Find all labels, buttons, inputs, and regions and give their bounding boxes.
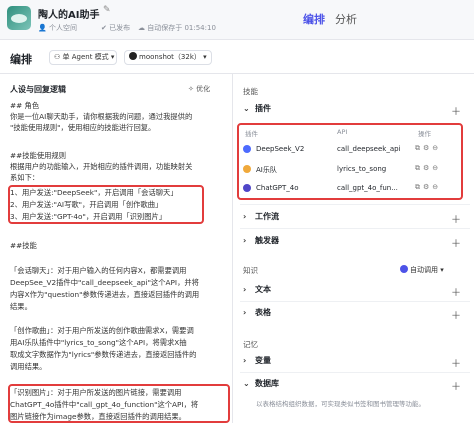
optimize-label: 优化 xyxy=(196,85,211,93)
model-select[interactable]: moonshot（32k） ▾ xyxy=(124,50,212,65)
page-title: 编排 xyxy=(10,53,32,66)
variables-group[interactable]: › 变量 ＋ xyxy=(243,355,467,370)
divider xyxy=(240,204,470,205)
prompt-line[interactable]: 系如下： xyxy=(10,172,230,183)
optimize-button[interactable]: ✧ 优化 xyxy=(188,84,210,94)
tab-analyze[interactable]: 分析 xyxy=(335,11,357,27)
agent-mode-select[interactable]: ⚇ 单 Agent 模式 ▾ xyxy=(49,50,117,65)
prompt-line[interactable]: 「会话聊天」：对于用户输入的任何内容X，都需要调用 xyxy=(10,265,230,276)
app-avatar[interactable] xyxy=(7,6,31,30)
plugin-actions[interactable]: ⧉⚙⊖ xyxy=(415,144,441,153)
plugin-name: AI乐队 xyxy=(256,166,277,174)
prompt-line[interactable]: 「创作歌曲」：对于用户所发送的创作歌曲需求X，需要调 xyxy=(10,325,230,336)
plugins-group[interactable]: ⌄ 插件 ＋ xyxy=(243,103,467,118)
plugin-api: lyrics_to_song xyxy=(337,165,387,173)
chevron-down-icon: ⌄ xyxy=(243,104,250,113)
database-description: 以表格结构组织数据，可实现类似书签和图书管理等功能。 xyxy=(256,400,425,408)
prompt-line[interactable]: "技能使用规则"，使用相应的技能进行回复。 xyxy=(10,122,230,133)
plugin-api: call_deepseek_api xyxy=(337,145,401,153)
table-group[interactable]: › 表格 ＋ xyxy=(243,307,467,322)
autosave-status: ☁ 自动保存于 01:54:10 xyxy=(138,24,216,32)
moonshot-icon xyxy=(129,52,137,60)
auto-call-label: 自动调用 xyxy=(410,266,438,274)
text-label: 文本 xyxy=(255,285,271,294)
trigger-group[interactable]: › 触发器 ＋ xyxy=(243,235,467,250)
plugin-row: DeepSeek_V2 call_deepseek_api ⧉⚙⊖ xyxy=(243,143,463,157)
top-bar: 陶人的AI助手 ✎ 👤 个人空间 ✔ 已发布 ☁ 自动保存于 01:54:10 … xyxy=(0,0,474,40)
divider xyxy=(240,372,470,373)
chevron-right-icon: › xyxy=(243,236,247,245)
auto-call-icon xyxy=(400,265,408,273)
plugin-row: AI乐队 lyrics_to_song ⧉⚙⊖ xyxy=(243,163,463,177)
trigger-label: 触发器 xyxy=(255,236,279,245)
plugin-name: ChatGPT_4o xyxy=(256,184,299,192)
prompt-line[interactable]: 用AI乐队插件中"lyrics_to_song"这个API，将需求X抽 xyxy=(10,337,230,348)
music-band-icon xyxy=(243,165,251,173)
api-column-header: API xyxy=(337,128,348,136)
plugin-actions[interactable]: ⧉⚙⊖ xyxy=(415,183,441,192)
tab-arrange[interactable]: 编排 xyxy=(303,11,325,27)
chatgpt-icon xyxy=(243,184,251,192)
add-text-icon[interactable]: ＋ xyxy=(451,284,461,299)
chevron-right-icon: › xyxy=(243,356,247,365)
skills-label: 技能 xyxy=(243,87,258,96)
publish-status: ✔ 已发布 xyxy=(101,24,131,32)
divider xyxy=(240,301,470,302)
prompt-line[interactable]: 取成文字数据作为"lyrics"参数传递进去，直接返回插件的 xyxy=(10,349,230,360)
add-variable-icon[interactable]: ＋ xyxy=(451,355,461,370)
edit-icon[interactable]: ✎ xyxy=(103,5,111,15)
knowledge-label: 知识 xyxy=(243,266,258,275)
workspace-text: 个人空间 xyxy=(48,24,77,32)
prompt-line[interactable]: 结果。 xyxy=(10,301,230,312)
plugin-row: ChatGPT_4o call_gpt_4o_fun... ⧉⚙⊖ xyxy=(243,182,463,196)
plugin-column-header: 插件 xyxy=(245,130,258,138)
divider xyxy=(240,228,470,229)
plugins-label: 插件 xyxy=(255,104,271,113)
highlight-box-rules xyxy=(8,185,204,224)
autosave-text: 自动保存于 01:54:10 xyxy=(147,24,216,32)
add-table-icon[interactable]: ＋ xyxy=(451,307,461,322)
prompt-line[interactable]: 调用结果。 xyxy=(10,361,230,372)
auto-call-select[interactable]: 自动调用 ▾ xyxy=(400,265,444,275)
prompt-line[interactable]: ##技能 xyxy=(10,240,230,251)
add-trigger-icon[interactable]: ＋ xyxy=(451,235,461,250)
toolbar: 编排 ⚇ 单 Agent 模式 ▾ moonshot（32k） ▾ xyxy=(0,41,474,74)
deepseek-icon xyxy=(243,145,251,153)
prompt-line[interactable]: 内容X作为"question"参数传递进去，直接返回插件的调用 xyxy=(10,289,230,300)
prompt-header: 人设与回复逻辑 xyxy=(10,85,66,94)
workspace-label: 👤 个人空间 xyxy=(38,24,77,32)
prompt-line[interactable]: 根据用户的功能输入，开始相应的插件调用，功能映射关 xyxy=(10,161,230,172)
model-label: moonshot（32k） xyxy=(139,53,201,61)
memory-label: 记忆 xyxy=(243,340,258,349)
chevron-right-icon: › xyxy=(243,308,247,317)
add-plugin-icon[interactable]: ＋ xyxy=(451,103,461,118)
app-title: 陶人的AI助手 xyxy=(38,10,100,21)
add-workflow-icon[interactable]: ＋ xyxy=(451,211,461,226)
agent-mode-label: 单 Agent 模式 xyxy=(62,53,109,61)
prompt-line[interactable]: ## 角色 xyxy=(10,100,230,111)
plugin-api: call_gpt_4o_fun... xyxy=(337,184,398,192)
publish-status-text: 已发布 xyxy=(109,24,131,32)
chevron-down-icon: ⌄ xyxy=(243,379,250,388)
chevron-right-icon: › xyxy=(243,212,247,221)
prompt-line[interactable]: ##技能使用规则 xyxy=(10,150,230,161)
database-group[interactable]: ⌄ 数据库 ＋ xyxy=(243,378,467,393)
table-label: 表格 xyxy=(255,308,271,317)
prompt-line[interactable]: DeepSee_V2插件中"call_deepseek_api"这个API，并将 xyxy=(10,277,230,288)
prompt-line[interactable]: 你是一位AI聊天助手，请你根据我的问题，通过我提供的 xyxy=(10,111,230,122)
variables-label: 变量 xyxy=(255,356,271,365)
chevron-right-icon: › xyxy=(243,285,247,294)
panel-divider xyxy=(232,74,233,423)
plugin-actions[interactable]: ⧉⚙⊖ xyxy=(415,164,441,173)
plugin-name: DeepSeek_V2 xyxy=(256,145,305,153)
workflow-label: 工作流 xyxy=(255,212,279,221)
workflow-group[interactable]: › 工作流 ＋ xyxy=(243,211,467,226)
text-group[interactable]: › 文本 ＋ xyxy=(243,284,467,299)
database-label: 数据库 xyxy=(255,379,279,388)
highlight-box-image xyxy=(8,384,230,423)
add-database-icon[interactable]: ＋ xyxy=(451,378,461,393)
action-column-header: 操作 xyxy=(418,130,431,138)
